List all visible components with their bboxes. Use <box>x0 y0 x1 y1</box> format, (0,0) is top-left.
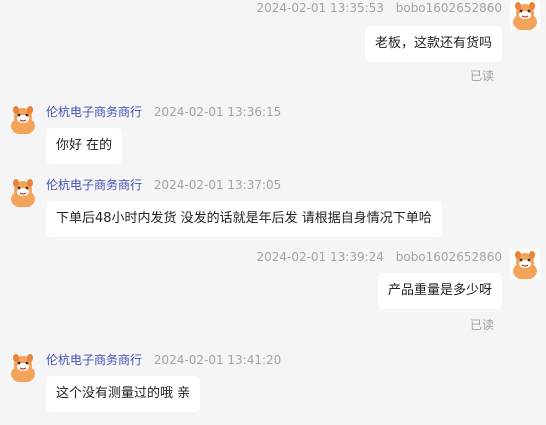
message-bubble[interactable]: 老板，这款还有货吗 <box>364 26 502 62</box>
message-bubble[interactable]: 这个没有测量过的哦 亲 <box>46 376 201 412</box>
message-meta: 伦杭电子商务商行 2024-02-01 13:37:05 <box>46 177 281 193</box>
message-timestamp: 2024-02-01 13:39:24 <box>256 250 384 264</box>
sender-name[interactable]: 伦杭电子商务商行 <box>46 178 142 192</box>
sender-name: bobo1602652860 <box>395 250 502 264</box>
message-timestamp: 2024-02-01 13:41:20 <box>153 353 282 367</box>
read-status: 已读 <box>469 318 494 332</box>
sender-name[interactable]: 伦杭电子商务商行 <box>46 105 142 119</box>
read-status: 已读 <box>469 69 494 83</box>
message-meta: 2024-02-01 13:39:24 bobo1602652860 <box>256 249 502 265</box>
message-bubble[interactable]: 产品重量是多少呀 <box>377 273 502 309</box>
message-meta: 伦杭电子商务商行 2024-02-01 13:41:20 <box>46 352 281 368</box>
message-bubble[interactable]: 下单后48小时内发货 没发的话就是年后发 请根据自身情况下单哈 <box>46 201 442 237</box>
seller-avatar-icon[interactable] <box>8 177 38 207</box>
seller-avatar-icon[interactable] <box>8 352 38 382</box>
buyer-avatar-icon[interactable] <box>510 249 540 279</box>
message-timestamp: 2024-02-01 13:36:15 <box>153 105 282 119</box>
sender-name[interactable]: 伦杭电子商务商行 <box>46 353 142 367</box>
message-timestamp: 2024-02-01 13:35:53 <box>256 1 384 15</box>
message-bubble[interactable]: 你好 在的 <box>46 128 123 164</box>
message-meta: 2024-02-01 13:35:53 bobo1602652860 <box>256 0 502 16</box>
seller-avatar-icon[interactable] <box>8 104 38 134</box>
sender-name: bobo1602652860 <box>395 1 502 15</box>
buyer-avatar-icon[interactable] <box>510 0 540 30</box>
message-timestamp: 2024-02-01 13:37:05 <box>153 178 282 192</box>
message-meta: 伦杭电子商务商行 2024-02-01 13:36:15 <box>46 104 281 120</box>
